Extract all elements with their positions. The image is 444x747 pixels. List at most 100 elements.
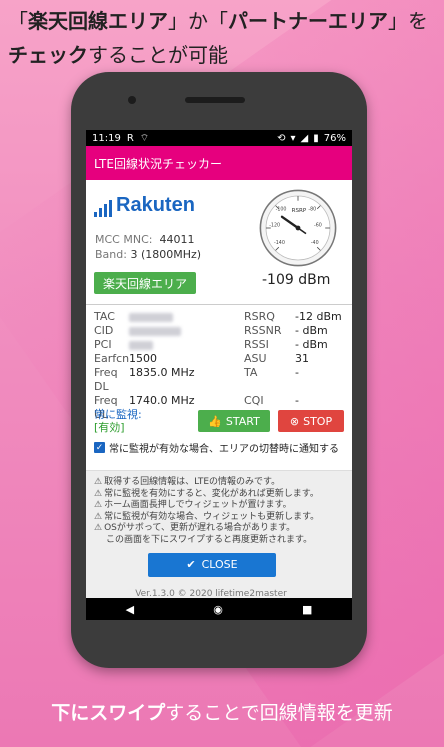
mcc-label: MCC MNC: (95, 233, 153, 246)
home-icon[interactable]: ◉ (213, 603, 223, 616)
headline-bracket: 「 (8, 9, 28, 33)
wifi-icon: ⌔ (139, 132, 150, 144)
metric-value-redacted (129, 338, 244, 352)
stop-button[interactable]: ⊗ STOP (278, 410, 344, 432)
metrics-row: TAC RSRQ -12 dBm (94, 310, 344, 324)
metric-key: PCI (94, 338, 112, 351)
gauge-tick-label: -40 (311, 240, 319, 246)
signal-card: Rakuten MCC MNC: 44011 Band: 3 (1800MHz)… (86, 180, 352, 614)
metric-value: - (295, 366, 299, 379)
cell-signal-icon: ◢ (300, 132, 309, 144)
band-label: Band: (95, 248, 127, 261)
stop-icon: ⊗ (289, 414, 300, 428)
mcc-value: 44011 (159, 233, 195, 246)
metrics-row: PCI RSSI - dBm (94, 338, 344, 352)
metric-key: TAC (94, 310, 115, 323)
back-icon[interactable]: ◀ (126, 603, 134, 616)
metrics-row: Earfcn 1500 ASU 31 (94, 352, 344, 366)
close-button[interactable]: ✔ CLOSE (148, 553, 276, 577)
metric-value-redacted (129, 324, 244, 338)
rakuten-logo: Rakuten (94, 194, 195, 217)
metric-key: RSSNR (244, 324, 282, 337)
gauge-label: RSRP (292, 208, 307, 214)
promo-footer: 下にスワイプすることで回線情報を更新 (0, 698, 444, 725)
warning-icon: ⚠ (94, 477, 103, 487)
footer-bold: 下にスワイプ (51, 702, 166, 724)
checkbox-checked-icon[interactable]: ✓ (94, 442, 105, 453)
metrics-row: CID RSSNR - dBm (94, 324, 344, 338)
nav-bar: ◀ ◉ ■ (86, 598, 352, 620)
status-bar: 11:19 R ⌔ ⟲ ▾ ◢ ▮ 76% (86, 130, 352, 146)
camera-dot (128, 96, 136, 104)
roaming-icon: R (126, 132, 134, 144)
headline-joiner: 」か「 (168, 9, 228, 33)
notify-checkbox[interactable]: ✓ 常に監視が有効な場合、エリアの切替時に通知する (94, 440, 352, 455)
recents-icon[interactable]: ■ (302, 603, 312, 616)
metric-key: Freq DL (94, 366, 118, 393)
metric-value: - dBm (295, 324, 328, 337)
band-value: 3 (1800MHz) (130, 248, 202, 261)
note-line: ホーム画面長押しでウィジェットが置けます。 (104, 500, 292, 510)
warning-icon: ⚠ (94, 511, 103, 522)
metric-value: 1500 (129, 352, 157, 365)
note-line: 常に監視が有効な場合、ウィジェットも更新します。 (104, 511, 320, 522)
close-label: CLOSE (201, 558, 238, 572)
gauge-tick-label: -100 (276, 206, 287, 212)
metrics-row: Freq DL 1835.0 MHz TA - (94, 366, 344, 394)
info-notes: ⚠ 取得する回線情報は、LTEの情報のみです。 ⚠ 常に監視を有効にすると、変化があ… (86, 470, 352, 614)
start-button[interactable]: 👍 START (198, 410, 270, 432)
metric-value: - dBm (295, 338, 328, 351)
gauge-tick-label: -80 (308, 206, 316, 212)
headline-check: チェック (8, 43, 88, 67)
headline-rest: することが可能 (88, 43, 228, 67)
stop-label: STOP (303, 414, 333, 428)
notify-label: 常に監視が有効な場合、エリアの切替時に通知する (109, 444, 339, 455)
metric-key: Earfcn (94, 352, 130, 365)
signal-bars-icon (94, 200, 112, 217)
metric-value: 1835.0 MHz (129, 366, 195, 379)
note-line: この画面を下にスワイプすると再度更新されます。 (106, 534, 313, 545)
note-line: 常に監視を有効にすると、変化があれば更新します。 (104, 488, 319, 499)
headline-rakuten-area: 楽天回線エリア (28, 9, 168, 33)
footer-rest: することで回線情報を更新 (165, 702, 393, 724)
note-line: 取得する回線情報は、LTEの情報のみです。 (104, 477, 281, 487)
metric-value: -12 dBm (295, 310, 342, 323)
note-line: OSがサボって、更新が遅れる場合があります。 (104, 523, 296, 533)
battery-percent: 76% (323, 132, 346, 144)
phone-frame: 11:19 R ⌔ ⟲ ▾ ◢ ▮ 76% LTE回線状況チェッカー Rakut… (71, 72, 367, 668)
sync-icon: ⟲ (277, 132, 286, 144)
warning-icon: ⚠ (94, 488, 103, 499)
gauge-tick-label: -140 (274, 240, 285, 246)
battery-icon: ▮ (313, 132, 319, 144)
promo-background: 「楽天回線エリア」か「パートナーエリア」を チェックすることが可能 11:19 … (0, 0, 444, 747)
metric-value-redacted (129, 310, 244, 324)
rsrp-value: -109 dBm (262, 272, 331, 288)
gauge-tick-label: -60 (314, 222, 322, 228)
divider (86, 304, 352, 305)
clock: 11:19 (92, 132, 121, 144)
headline-particle: 」を (388, 9, 428, 33)
monitor-section: 常に監視: [有効] 👍 START ⊗ STOP ✓ 常に監視が有効な場合、エ… (94, 408, 344, 455)
phone-screen: 11:19 R ⌔ ⟲ ▾ ◢ ▮ 76% LTE回線状況チェッカー Rakut… (86, 130, 352, 620)
warning-icon: ⚠ (94, 523, 103, 533)
metric-key: RSRQ (244, 310, 275, 323)
rsrp-gauge: -140 -120 -100 -80 -60 -40 RSRP (259, 189, 337, 267)
gauge-tick-label: -120 (269, 222, 280, 228)
app-bar: LTE回線状況チェッカー (86, 146, 352, 180)
metric-key: ASU (244, 352, 267, 365)
metric-key: TA (244, 366, 258, 379)
start-label: START (225, 414, 260, 428)
app-title: LTE回線状況チェッカー (94, 156, 222, 171)
area-status-badge: 楽天回線エリア (94, 272, 196, 294)
network-info: MCC MNC: 44011 Band: 3 (1800MHz) (95, 232, 201, 262)
metric-key: RSSI (244, 338, 269, 351)
metric-value: 31 (295, 352, 309, 365)
metrics-table: TAC RSRQ -12 dBm CID RSSNR - dBm PCI RSSI -… (94, 310, 344, 422)
wifi-signal-icon: ▾ (290, 132, 296, 144)
thumbs-up-icon: 👍 (208, 414, 222, 428)
metric-key: CID (94, 324, 114, 337)
check-icon: ✔ (186, 558, 196, 572)
warning-icon: ⚠ (94, 500, 103, 510)
promo-headline: 「楽天回線エリア」か「パートナーエリア」を チェックすることが可能 (8, 4, 438, 72)
brand-name: Rakuten (116, 194, 195, 216)
